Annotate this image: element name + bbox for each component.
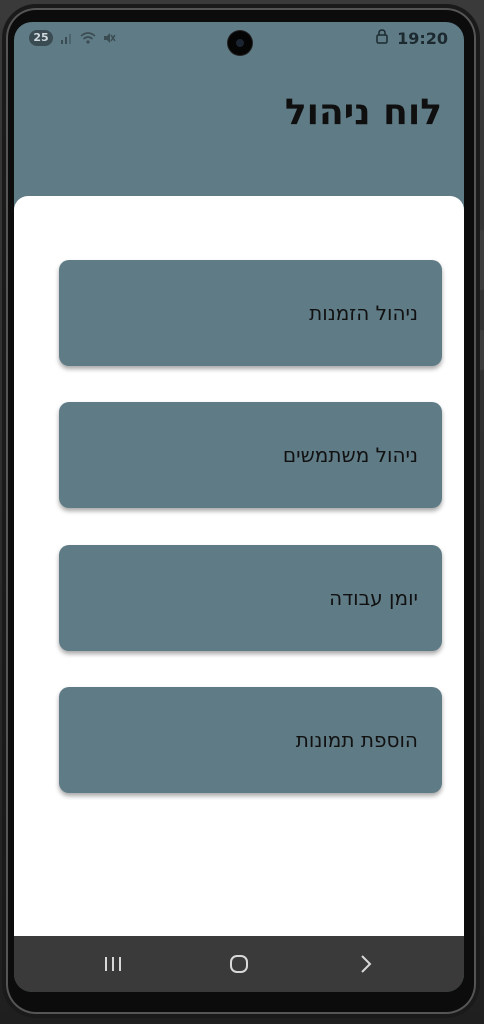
device: 25 19:20 לוח ניהול ניהול הזמנות ניהול מש…: [0, 0, 484, 1024]
add-images-button[interactable]: הוספת תמונות: [59, 687, 442, 793]
signal-icon: [60, 31, 74, 45]
content-panel: ניהול הזמנות ניהול משתמשים יומן עבודה הו…: [14, 196, 464, 936]
page-title: לוח ניהול: [284, 92, 442, 133]
status-right: 19:20: [375, 28, 448, 48]
back-icon[interactable]: [352, 950, 380, 978]
manage-users-button[interactable]: ניהול משתמשים: [59, 402, 442, 508]
status-icons: [60, 30, 116, 46]
add-images-label: הוספת תמונות: [295, 728, 418, 752]
status-badge: 25: [29, 30, 53, 46]
camera-cutout: [228, 31, 252, 55]
mute-icon: [102, 31, 116, 45]
wifi-icon: [80, 31, 96, 45]
screen: 25 19:20 לוח ניהול ניהול הזמנות ניהול מש…: [14, 22, 464, 992]
status-time: 19:20: [397, 28, 448, 48]
recents-icon[interactable]: [99, 950, 127, 978]
lock-icon: [375, 28, 389, 48]
manage-users-label: ניהול משתמשים: [282, 443, 418, 467]
manage-orders-button[interactable]: ניהול הזמנות: [59, 260, 442, 366]
volume-button: [478, 230, 484, 290]
power-button: [478, 330, 484, 370]
manage-orders-label: ניהול הזמנות: [309, 301, 418, 325]
work-log-button[interactable]: יומן עבודה: [59, 545, 442, 651]
work-log-label: יומן עבודה: [329, 586, 418, 610]
navigation-bar: [14, 936, 464, 992]
app-header: לוח ניהול: [14, 56, 464, 196]
status-bar: 25 19:20: [14, 22, 464, 56]
home-icon[interactable]: [225, 950, 253, 978]
